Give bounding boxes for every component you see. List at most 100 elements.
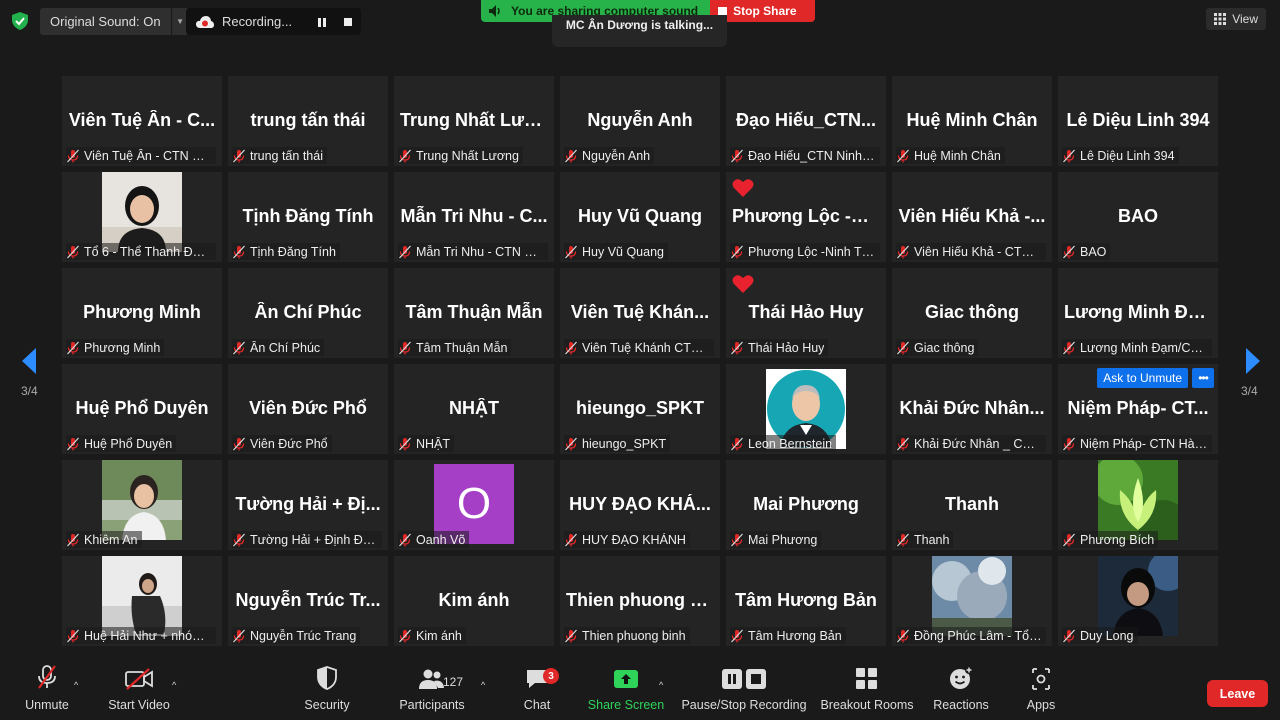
participant-display-name: Viên Hiếu Khả -... [898, 206, 1046, 226]
share-screen-button[interactable]: Share Screen [588, 660, 664, 720]
participant-name-label: Tịnh Đăng Tính [232, 243, 340, 260]
participant-tile[interactable]: Phương Lộc -Ni... Phương Lộc -Ninh Thu... [726, 172, 886, 262]
participant-tile[interactable]: Thanh Thanh [892, 460, 1052, 550]
participant-name: Kim ánh [416, 628, 462, 643]
reactions-button[interactable]: Reactions [932, 660, 990, 720]
start-video-button[interactable]: Start Video [104, 660, 174, 720]
participant-tile[interactable]: Phương Minh Phương Minh [62, 268, 222, 358]
security-button[interactable]: Security [302, 660, 352, 720]
participant-tile[interactable]: O Oanh Võ [394, 460, 554, 550]
participant-tile[interactable]: Duy Long [1058, 556, 1218, 646]
participant-name-label: Thanh [896, 531, 954, 548]
muted-mic-icon [730, 149, 744, 163]
participant-tile[interactable]: Viên Tuệ Khán... Viên Tuệ Khánh CTN ... [560, 268, 720, 358]
participant-tile[interactable]: Khiêm An [62, 460, 222, 550]
share-options-caret-icon[interactable]: ^ [659, 680, 663, 690]
next-page-arrow-icon[interactable] [1242, 346, 1264, 376]
participant-tile[interactable]: Tâm Thuận Mẫn Tâm Thuận Mẫn [394, 268, 554, 358]
participant-name: Khiêm An [84, 532, 138, 547]
pause-stop-recording-button[interactable]: Pause/Stop Recording [680, 660, 808, 720]
participant-tile[interactable]: Huệ Phổ Duyên Huệ Phổ Duyên [62, 364, 222, 454]
muted-mic-icon [730, 437, 744, 451]
participant-tile[interactable]: Viên Tuệ Ân - C... Viên Tuệ Ân - CTN Đài.… [62, 76, 222, 166]
participant-name: Huệ Phổ Duyên [84, 436, 173, 451]
participant-name-label: Thien phuong binh [564, 627, 690, 644]
participant-tile[interactable]: Phương Bích [1058, 460, 1218, 550]
participant-tile[interactable]: Khải Đức Nhân... Khải Đức Nhân _ CNT ... [892, 364, 1052, 454]
participant-tile[interactable]: trung tấn thái trung tấn thái [228, 76, 388, 166]
unmute-button[interactable]: Unmute [22, 660, 72, 720]
participant-tile[interactable]: Huệ Minh Chân Huệ Minh Chân [892, 76, 1052, 166]
participant-tile[interactable]: Mai Phương Mai Phương [726, 460, 886, 550]
participant-tile[interactable]: Ân Chí Phúc Ân Chí Phúc [228, 268, 388, 358]
participant-tile[interactable]: Tường Hải + Đị... Tường Hải + Định Đạo... [228, 460, 388, 550]
participant-display-name: Mai Phương [753, 494, 859, 514]
participant-tile[interactable]: Thien phuong b... Thien phuong binh [560, 556, 720, 646]
muted-mic-icon [1062, 245, 1076, 259]
participant-tile[interactable]: Huệ Hải Như + nhóm ... [62, 556, 222, 646]
participant-name: hieungo_SPKT [582, 436, 667, 451]
muted-mic-icon [66, 629, 80, 643]
pause-recording-icon[interactable] [313, 13, 330, 30]
security-shield-icon [317, 666, 337, 690]
muted-mic-icon [564, 341, 578, 355]
participant-display-name: Tịnh Đăng Tính [242, 206, 374, 226]
participants-button[interactable]: 127 Participants [398, 660, 466, 720]
participant-tile[interactable]: Nguyễn Trúc Tr... Nguyễn Trúc Trang [228, 556, 388, 646]
muted-mic-icon [564, 629, 578, 643]
participant-tile[interactable]: NHẬT NHẬT [394, 364, 554, 454]
participants-caret-icon[interactable]: ^ [481, 680, 485, 690]
recording-indicator: Recording... [186, 8, 361, 35]
participant-name-label: Huy Vũ Quang [564, 243, 668, 260]
view-button[interactable]: View [1206, 8, 1266, 30]
participant-tile[interactable]: Tổ 6 - Thể Thanh Đạm... [62, 172, 222, 262]
leave-button[interactable]: Leave [1207, 680, 1268, 707]
participant-name-label: Viên Tuệ Khánh CTN ... [564, 339, 714, 356]
participant-tile[interactable]: Đồng Phúc Lâm - Tổ 8... [892, 556, 1052, 646]
participant-tile[interactable]: Mẫn Tri Nhu - C... Mẫn Tri Nhu - CTN HC..… [394, 172, 554, 262]
participant-tile[interactable]: Kim ánh Kim ánh [394, 556, 554, 646]
participant-tile[interactable]: Viên Đức Phổ Viên Đức Phổ [228, 364, 388, 454]
participant-tile[interactable]: Trung Nhất Lươ... Trung Nhất Lương [394, 76, 554, 166]
participant-name-label: HUY ĐẠO KHÁNH [564, 531, 690, 548]
participant-tile[interactable]: Giac thông Giac thông [892, 268, 1052, 358]
original-sound-button[interactable]: Original Sound: On ▼ [40, 8, 189, 35]
participant-tile[interactable]: Huy Vũ Quang Huy Vũ Quang [560, 172, 720, 262]
participant-name-label: Phương Lộc -Ninh Thu... [730, 243, 880, 260]
muted-mic-icon [730, 629, 744, 643]
participant-display-name: Niệm Pháp- CT... [1067, 398, 1209, 418]
participant-tile[interactable]: Niệm Pháp- CT... Ask to Unmute ••• Niệm Phá… [1058, 364, 1218, 454]
breakout-rooms-icon [856, 668, 877, 689]
participant-tile[interactable]: Tịnh Đăng Tính Tịnh Đăng Tính [228, 172, 388, 262]
participant-display-name: Trung Nhất Lươ... [400, 110, 548, 130]
video-options-caret-icon[interactable]: ^ [172, 680, 176, 690]
video-off-icon [125, 668, 153, 690]
audio-options-caret-icon[interactable]: ^ [74, 680, 78, 690]
encryption-shield-icon[interactable] [10, 10, 30, 32]
participant-tile[interactable]: Tâm Hương Bản Tâm Hương Bản [726, 556, 886, 646]
participant-tile[interactable]: Đạo Hiếu_CTN... Đạo Hiếu_CTN Ninh T... [726, 76, 886, 166]
more-options-icon[interactable]: ••• [1192, 368, 1214, 388]
participant-display-name: HUY ĐẠO KHÁ... [569, 494, 711, 514]
participant-tile[interactable]: Lê Diệu Linh 394 Lê Diệu Linh 394 [1058, 76, 1218, 166]
participant-name: Phương Minh [84, 340, 161, 355]
participant-name: BAO [1080, 244, 1107, 259]
ask-to-unmute-button[interactable]: Ask to Unmute [1097, 368, 1188, 388]
participant-tile[interactable]: Nguyễn Anh Nguyễn Anh [560, 76, 720, 166]
participant-tile[interactable]: hieungo_SPKT hieungo_SPKT [560, 364, 720, 454]
participant-tile[interactable]: BAO BAO [1058, 172, 1218, 262]
stop-recording-icon[interactable] [339, 13, 356, 30]
participant-tile[interactable]: HUY ĐẠO KHÁ... HUY ĐẠO KHÁNH [560, 460, 720, 550]
participant-tile[interactable]: Lương Minh Đạ... Lương Minh Đạm/CTN... [1058, 268, 1218, 358]
apps-button[interactable]: Apps [1022, 660, 1060, 720]
apps-icon [1032, 668, 1050, 690]
muted-mic-icon [896, 341, 910, 355]
chat-button[interactable]: 3 Chat [520, 660, 559, 720]
participant-tile[interactable]: Leon Bernstein [726, 364, 886, 454]
previous-page-arrow-icon[interactable] [18, 346, 40, 376]
participant-tile[interactable]: Thái Hảo Huy Thái Hảo Huy [726, 268, 886, 358]
participant-tile[interactable]: Viên Hiếu Khả -... Viên Hiếu Khả - CTN H.… [892, 172, 1052, 262]
muted-mic-icon [896, 629, 910, 643]
participant-name-label: trung tấn thái [232, 147, 327, 164]
breakout-rooms-button[interactable]: Breakout Rooms [820, 660, 914, 720]
